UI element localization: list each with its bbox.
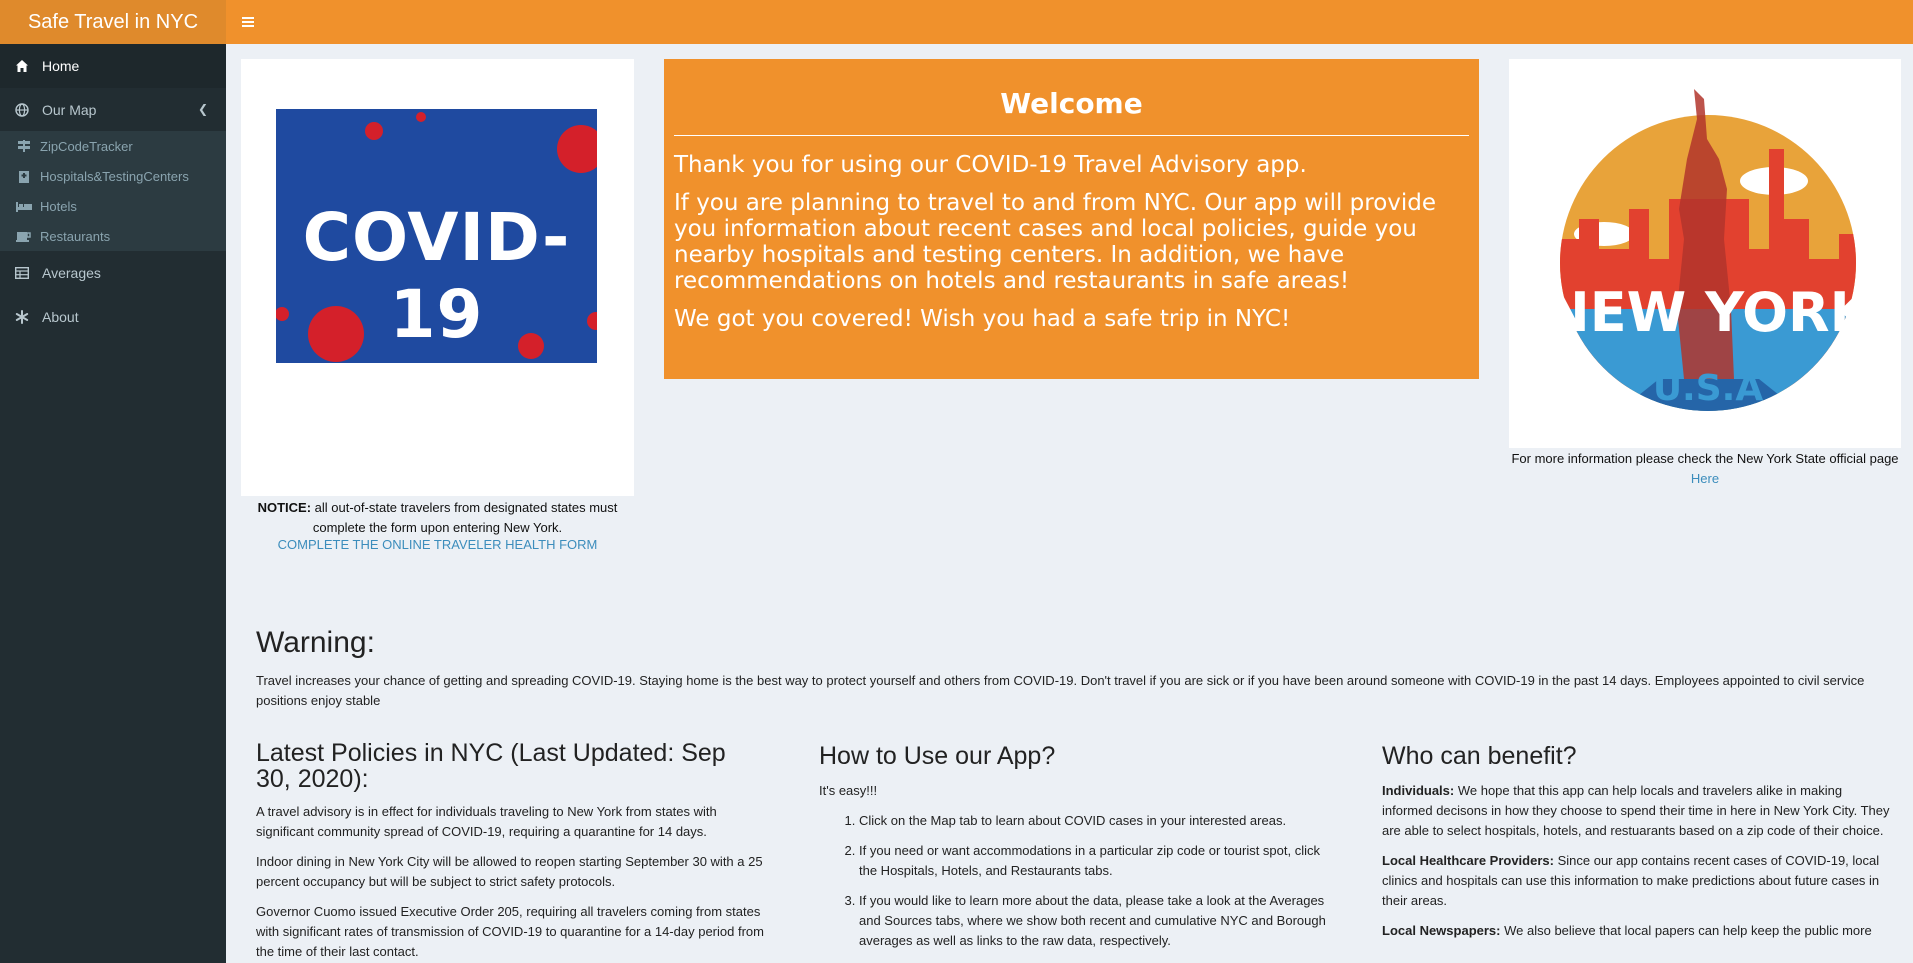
policies-title: Latest Policies in NYC (Last Updated: Se… [256, 739, 726, 793]
submenu-label: Hotels [40, 198, 77, 214]
how-to-steps: Click on the Map tab to learn about COVI… [819, 811, 1329, 951]
sidebar-toggle-button[interactable] [236, 10, 260, 34]
coffee-icon [16, 229, 32, 243]
benefit-label: Local Newspapers: [1382, 923, 1501, 938]
bed-icon [16, 199, 32, 213]
sidebar-item-restaurants[interactable]: Restaurants [0, 221, 226, 251]
submenu-label: ZipCodeTracker [40, 138, 133, 154]
policy-paragraph: Governor Cuomo issued Executive Order 20… [256, 904, 764, 959]
asterisk-icon [14, 309, 30, 325]
ny-official-page-link[interactable]: Here [1691, 471, 1719, 486]
sidebar-item-label: Averages [42, 265, 101, 281]
how-to-section: How to Use our App? It's easy!!! Click o… [819, 743, 1329, 961]
welcome-divider [674, 135, 1469, 136]
benefit-item: Individuals: We hope that this app can h… [1382, 781, 1892, 841]
welcome-paragraph-2: If you are planning to travel to and fro… [674, 190, 1437, 294]
notice-label: NOTICE: [257, 500, 312, 515]
welcome-title: Welcome [1000, 87, 1143, 120]
policy-paragraph: Indoor dining in New York City will be a… [256, 854, 763, 889]
sidebar-item-label: Home [42, 58, 80, 74]
top-header: Safe Travel in NYC [0, 0, 1913, 44]
usa-logo-text: U.S.A [1653, 368, 1764, 409]
list-item: If you would like to learn more about th… [859, 891, 1329, 951]
benefit-text: We hope that this app can help locals an… [1382, 783, 1890, 838]
traveler-notice: NOTICE: all out-of-state travelers from … [241, 498, 634, 538]
our-map-submenu: ZipCodeTracker Hospitals&TestingCenters … [0, 131, 226, 251]
who-can-benefit-section: Who can benefit? Individuals: We hope th… [1382, 743, 1892, 951]
hospital-icon [16, 169, 32, 183]
new-york-logo: NEW YORK U.S.A [1545, 89, 1874, 411]
sidebar-item-hospitals[interactable]: Hospitals&TestingCenters [0, 161, 226, 191]
how-to-title: How to Use our App? [819, 742, 1056, 770]
new-york-logo-text: NEW YORK [1545, 281, 1874, 344]
list-item: If you need or want accommodations in a … [859, 841, 1329, 881]
submenu-label: Restaurants [40, 228, 111, 244]
sidebar-item-our-map[interactable]: Our Map ❮ [0, 88, 226, 132]
covid-19-text: COVID-19 [302, 199, 571, 353]
ny-official-page-caption: For more information please check the Ne… [1509, 449, 1901, 489]
sidebar-item-hotels[interactable]: Hotels [0, 191, 226, 221]
sidebar-item-averages[interactable]: Averages [0, 251, 226, 295]
benefit-label: Local Healthcare Providers: [1382, 853, 1554, 868]
covid-19-image: COVID-19 [276, 109, 597, 363]
sidebar-item-home[interactable]: Home [0, 44, 226, 88]
benefit-text: We also believe that local papers can he… [1500, 923, 1872, 938]
list-item: Click on the Map tab to learn about COVI… [859, 811, 1329, 831]
warning-text: Travel increases your chance of getting … [256, 673, 1865, 708]
sidebar-item-about[interactable]: About [0, 295, 226, 339]
benefit-label: Individuals: [1382, 783, 1455, 798]
warning-title: Warning: [256, 626, 375, 659]
welcome-paragraph-3: We got you covered! Wish you had a safe … [674, 306, 1291, 332]
home-icon [14, 58, 30, 74]
how-to-intro: It's easy!!! [819, 783, 878, 798]
sidebar-item-label: Our Map [42, 102, 97, 118]
sidebar-item-label: About [42, 309, 79, 325]
welcome-paragraph-1: Thank you for using our COVID-19 Travel … [674, 152, 1307, 178]
who-can-benefit-title: Who can benefit? [1382, 742, 1577, 770]
hamburger-icon [242, 17, 254, 19]
app-title[interactable]: Safe Travel in NYC [0, 0, 226, 44]
sidebar: Home Our Map ❮ ZipCodeTracker Hospitals&… [0, 44, 226, 963]
notice-text: all out-of-state travelers from designat… [311, 500, 618, 535]
ny-caption-text: For more information please check the Ne… [1511, 451, 1899, 466]
benefit-item: Local Healthcare Providers: Since our ap… [1382, 851, 1892, 911]
policy-paragraph: A travel advisory is in effect for indiv… [256, 804, 717, 839]
table-icon [14, 265, 30, 281]
benefit-item: Local Newspapers: We also believe that l… [1382, 921, 1892, 941]
submenu-label: Hospitals&TestingCenters [40, 168, 189, 184]
chevron-left-icon: ❮ [197, 102, 208, 116]
globe-icon [14, 102, 30, 118]
new-york-image-box: NEW YORK U.S.A [1509, 59, 1901, 448]
traveler-health-form-link[interactable]: COMPLETE THE ONLINE TRAVELER HEALTH FORM [278, 537, 598, 552]
welcome-box: Welcome Thank you for using our COVID-19… [664, 59, 1479, 379]
signs-icon [16, 139, 32, 153]
sidebar-item-zipcodetracker[interactable]: ZipCodeTracker [0, 131, 226, 161]
policies-section: Latest Policies in NYC (Last Updated: Se… [256, 740, 766, 963]
